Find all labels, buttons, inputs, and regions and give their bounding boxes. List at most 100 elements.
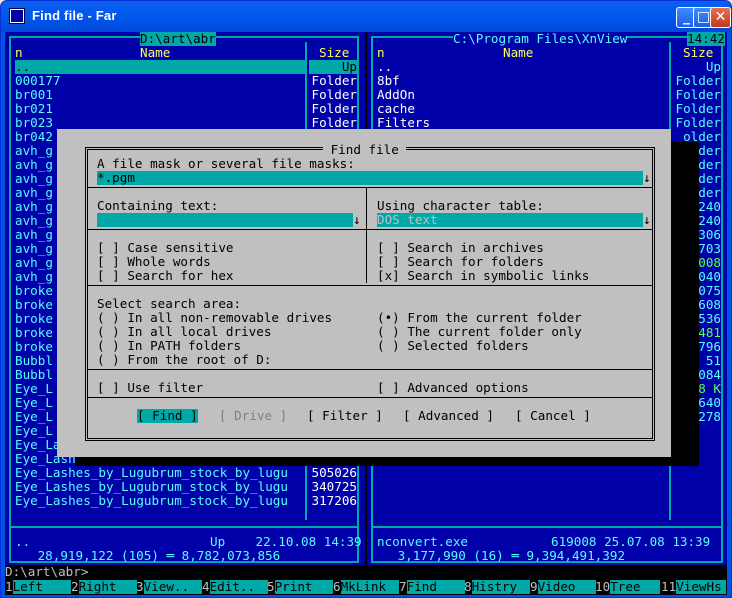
left-file-name[interactable]: avh_g <box>15 144 53 158</box>
dialog-title: Find file <box>323 142 407 157</box>
area-current-only-radio[interactable]: ( ) The current folder only <box>377 325 582 339</box>
left-file-name[interactable]: Eye_L <box>15 382 53 396</box>
area-local-radio[interactable]: ( ) In all local drives <box>97 325 271 339</box>
left-file-name[interactable]: Eye_Lashes_by_Lugubrum_stock_by_lugu <box>15 466 288 480</box>
drive-button: [ Drive ] <box>219 408 288 423</box>
left-file-name[interactable]: avh_g <box>15 200 53 214</box>
left-file-name[interactable]: Eye_Lashes_by_Lugubrum_stock_by_lugu <box>15 480 288 494</box>
fkey-number: 8 <box>464 579 472 594</box>
case-sensitive-checkbox[interactable]: [ ] Case sensitive <box>97 241 234 255</box>
right-file-name[interactable]: Filters <box>377 116 430 130</box>
title-bar[interactable]: Find file - Far _ □ ✕ <box>1 1 731 32</box>
fkey-number: 6 <box>333 579 341 594</box>
advanced-button[interactable]: [ Advanced ] <box>403 409 494 423</box>
area-selected-radio[interactable]: ( ) Selected folders <box>377 339 529 353</box>
fkey-9[interactable]: 9Video <box>530 580 596 594</box>
fkey-6[interactable]: 6MkLink <box>333 580 399 594</box>
find-button[interactable]: [ Find ] <box>137 409 198 423</box>
left-file-name[interactable]: avh_g <box>15 172 53 186</box>
left-file-name[interactable]: 000177 <box>15 74 61 88</box>
right-file-name[interactable]: .. <box>377 60 392 74</box>
left-file-name[interactable]: Bubbl <box>15 354 53 368</box>
fkey-2[interactable]: 2Right <box>71 580 137 594</box>
fkey-3[interactable]: 3View.. <box>136 580 202 594</box>
left-file-name[interactable]: Bubbl <box>15 368 53 382</box>
fkey-label: ViewHs <box>676 580 727 594</box>
area-root-radio[interactable]: ( ) From the root of D: <box>97 353 271 367</box>
use-filter-checkbox[interactable]: [ ] Use filter <box>97 381 203 395</box>
left-file-name[interactable]: .. <box>15 60 305 74</box>
left-file-name[interactable]: Eye_Lashes_by_Lugubrum_stock_by_lugu <box>15 494 288 508</box>
right-file-name[interactable]: 8bf <box>377 74 400 88</box>
advanced-options-checkbox[interactable]: [ ] Advanced options <box>377 381 529 395</box>
right-status-info: 619008 25.07.08 13:39 <box>551 534 711 549</box>
clock: 14:42 <box>687 32 725 46</box>
left-file-name[interactable]: broke <box>15 312 53 326</box>
fkey-number: 4 <box>202 579 210 594</box>
fkey-label: Left <box>12 580 71 594</box>
search-hex-checkbox[interactable]: [ ] Search for hex <box>97 269 234 283</box>
left-col-size: Size <box>319 45 350 60</box>
left-file-name[interactable]: avh_g <box>15 214 53 228</box>
fkey-5[interactable]: 5Print <box>267 580 333 594</box>
left-file-name[interactable]: avh_g <box>15 242 53 256</box>
fkey-10[interactable]: 10Tree <box>595 580 661 594</box>
area-nonremovable-radio[interactable]: ( ) In all non-removable drives <box>97 311 332 325</box>
fkey-label: Video <box>537 580 596 594</box>
whole-words-checkbox[interactable]: [ ] Whole words <box>97 255 211 269</box>
search-symlinks-checkbox[interactable]: [x] Search in symbolic links <box>377 269 589 283</box>
left-file-name[interactable]: br021 <box>15 102 53 116</box>
fkey-11[interactable]: 11ViewHs <box>661 580 727 594</box>
close-button[interactable]: ✕ <box>710 7 731 28</box>
search-folders-checkbox[interactable]: [ ] Search for folders <box>377 255 544 269</box>
text-history-icon[interactable]: ↓ <box>353 213 361 227</box>
fkey-8[interactable]: 8Histry <box>464 580 530 594</box>
left-file-name[interactable]: broke <box>15 340 53 354</box>
fkey-label: Right <box>78 580 137 594</box>
area-path-radio[interactable]: ( ) In PATH folders <box>97 339 241 353</box>
fkey-number: 9 <box>530 579 538 594</box>
left-file-size: 505026 <box>311 465 358 480</box>
right-file-size: Folder <box>675 87 722 102</box>
right-file-name[interactable]: cache <box>377 102 415 116</box>
left-file-name[interactable]: broke <box>15 284 53 298</box>
left-file-size: Folder <box>311 87 358 102</box>
command-line[interactable]: D:\art\abr> <box>5 565 88 579</box>
fkey-label: Print <box>274 580 333 594</box>
left-file-name[interactable]: avh_g <box>15 158 53 172</box>
left-file-name[interactable]: Eye_L <box>15 396 53 410</box>
fkey-label: Find <box>406 580 465 594</box>
fkey-4[interactable]: 4Edit.. <box>202 580 268 594</box>
table-dropdown-icon[interactable]: ↓ <box>643 213 651 227</box>
fkey-label: View.. <box>143 580 202 594</box>
right-col-size: Size <box>683 45 714 60</box>
left-col-name: Name <box>140 45 171 60</box>
left-file-name[interactable]: broke <box>15 326 53 340</box>
mask-input[interactable]: *.pgm <box>97 171 643 185</box>
table-select[interactable]: DOS text <box>377 213 643 227</box>
right-file-size: Folder <box>675 101 722 116</box>
left-panel-path: D:\art\abr <box>140 32 216 46</box>
left-file-name[interactable]: avh_g <box>15 186 53 200</box>
left-file-name[interactable]: br001 <box>15 88 53 102</box>
right-file-size: Folder <box>675 115 722 130</box>
left-file-name[interactable]: Eye_L <box>15 424 53 438</box>
left-file-name[interactable]: br023 <box>15 116 53 130</box>
left-file-name[interactable]: Eye_L <box>15 410 53 424</box>
left-file-size: 340725 <box>311 479 358 494</box>
left-file-name[interactable]: broke <box>15 298 53 312</box>
search-archives-checkbox[interactable]: [ ] Search in archives <box>377 241 544 255</box>
left-file-name[interactable]: avh_g <box>15 228 53 242</box>
left-file-name[interactable]: avh_g <box>15 270 53 284</box>
right-file-name[interactable]: AddOn <box>377 88 415 102</box>
area-current-radio[interactable]: (•) From the current folder <box>377 311 582 325</box>
fkey-1[interactable]: 1Left <box>5 580 71 594</box>
filter-button[interactable]: [ Filter ] <box>307 409 383 423</box>
text-input[interactable] <box>97 213 353 227</box>
left-file-name[interactable]: br042 <box>15 130 53 144</box>
mask-history-icon[interactable]: ↓ <box>643 171 651 185</box>
cancel-button[interactable]: [ Cancel ] <box>515 409 591 423</box>
right-header-n: n <box>377 45 385 60</box>
fkey-7[interactable]: 7Find <box>399 580 465 594</box>
left-file-name[interactable]: avh_g <box>15 256 53 270</box>
